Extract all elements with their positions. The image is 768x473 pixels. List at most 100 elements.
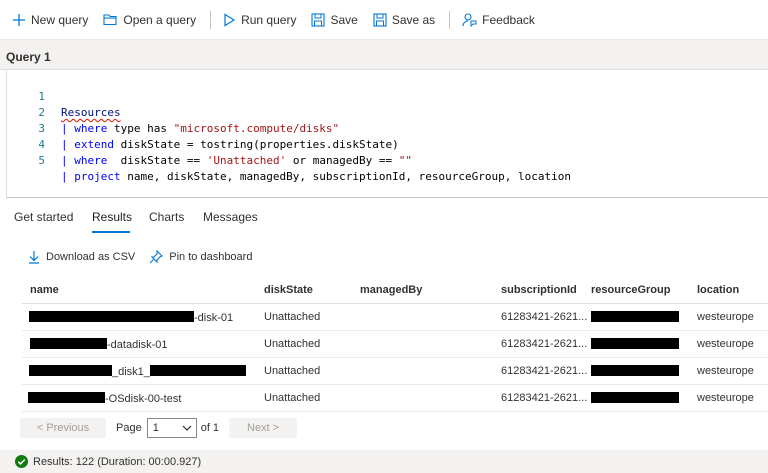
- status-bar: Results: 122 (Duration: 00:00.927): [0, 450, 768, 473]
- pin-to-dashboard-button[interactable]: Pin to dashboard: [149, 250, 252, 264]
- next-page-button[interactable]: Next >: [229, 418, 298, 438]
- code-keyword: where: [74, 122, 108, 135]
- new-query-label: New query: [31, 12, 89, 27]
- pin-label: Pin to dashboard: [169, 251, 253, 263]
- code-text: | project name, diskState, managedBy, su…: [61, 169, 571, 185]
- cell-subscriptionid: 61283421-2621...: [501, 365, 588, 377]
- play-icon: [224, 12, 236, 27]
- table-row[interactable]: _disk1_ Unattached 61283421-2621... west…: [22, 358, 768, 385]
- cell-location: westeurope: [697, 311, 754, 323]
- cell-name: -datadisk-01: [30, 338, 168, 351]
- column-header-managedby[interactable]: managedBy: [360, 284, 422, 296]
- cell-subscriptionid: 61283421-2621...: [501, 311, 588, 323]
- results-table: name diskState managedBy subscriptionId …: [22, 278, 768, 412]
- cell-resourcegroup: [591, 311, 679, 324]
- code-rest: diskState = tostring(properties.diskStat…: [114, 138, 399, 151]
- code-text: | extend diskState = tostring(properties…: [61, 137, 399, 153]
- tab-results[interactable]: Results: [92, 210, 132, 224]
- code-keyword: project: [74, 170, 121, 183]
- name-suffix: -disk-01: [194, 312, 234, 324]
- redacted-block: [591, 338, 679, 349]
- column-header-name[interactable]: name: [30, 284, 59, 296]
- tab-charts[interactable]: Charts: [149, 210, 184, 224]
- table-row[interactable]: -disk-01 Unattached 61283421-2621... wes…: [22, 304, 768, 331]
- code-rest: name, diskState, managedBy, subscription…: [120, 170, 571, 183]
- name-mid: _disk1_: [112, 366, 150, 378]
- toolbar-separator: [210, 10, 212, 29]
- open-query-button[interactable]: Open a query: [99, 5, 200, 35]
- code-text: | where diskState == 'Unattached' or man…: [61, 153, 412, 169]
- code-line-1: 1 Resources: [7, 73, 120, 119]
- page-of-label: of 1: [200, 422, 220, 434]
- tab-get-started[interactable]: Get started: [14, 210, 73, 224]
- feedback-label: Feedback: [482, 12, 535, 27]
- open-query-label: Open a query: [123, 12, 197, 27]
- code-line-3: 3 | extend diskState = tostring(properti…: [7, 105, 398, 151]
- plus-icon: [13, 13, 25, 26]
- results-actions: Download as CSV Pin to dashboard: [28, 248, 266, 266]
- cell-resourcegroup: [591, 392, 679, 405]
- code-line-2: 2 | where type has "microsoft.compute/di…: [7, 89, 339, 135]
- column-header-subscriptionid[interactable]: subscriptionId: [501, 284, 577, 296]
- query-tab-strip: Query 1: [0, 40, 768, 70]
- column-header-location[interactable]: location: [697, 284, 739, 296]
- cell-diskstate: Unattached: [264, 392, 321, 404]
- page-label: Page: [116, 422, 142, 434]
- cell-diskstate: Unattached: [264, 365, 321, 377]
- cell-diskstate: Unattached: [264, 311, 321, 323]
- redacted-block: [29, 365, 112, 376]
- save-button[interactable]: Save: [307, 5, 361, 35]
- cell-location: westeurope: [697, 338, 754, 350]
- cell-location: westeurope: [697, 365, 754, 377]
- code-string: "microsoft.compute/disks": [173, 122, 340, 135]
- code-rest: diskState ==: [107, 154, 207, 167]
- save-as-icon: [373, 12, 387, 27]
- redacted-block: [591, 365, 679, 376]
- chevron-down-icon: [182, 425, 192, 431]
- column-header-diskstate[interactable]: diskState: [264, 284, 313, 296]
- cell-name: _disk1_: [29, 365, 246, 378]
- page-select[interactable]: 1: [146, 418, 197, 438]
- run-query-button[interactable]: Run query: [219, 5, 300, 35]
- name-suffix: -OSdisk-00-test: [105, 393, 182, 405]
- save-label: Save: [330, 12, 358, 27]
- table-header-row: name diskState managedBy subscriptionId …: [22, 278, 768, 304]
- redacted-block: [591, 392, 679, 403]
- new-query-button[interactable]: New query: [8, 5, 92, 35]
- cell-resourcegroup: [591, 338, 679, 351]
- table-row[interactable]: -OSdisk-00-test Unattached 61283421-2621…: [22, 385, 768, 412]
- cell-name: -disk-01: [29, 311, 233, 324]
- download-csv-label: Download as CSV: [46, 251, 136, 263]
- name-suffix: -datadisk-01: [107, 339, 168, 351]
- code-string: "": [398, 154, 413, 167]
- feedback-button[interactable]: Feedback: [458, 5, 539, 35]
- column-header-resourcegroup[interactable]: resourceGroup: [591, 284, 670, 296]
- download-csv-button[interactable]: Download as CSV: [28, 250, 135, 264]
- query-editor[interactable]: 1 Resources 2 | where type has "microsof…: [6, 70, 768, 198]
- line-number: 5: [38, 154, 45, 167]
- pagination: < Previous Page 1 of 1 Next >: [20, 417, 298, 439]
- cell-subscriptionid: 61283421-2621...: [501, 392, 588, 404]
- toolbar-separator: [449, 10, 451, 29]
- result-tabs: Get started Results Charts Messages: [0, 200, 768, 236]
- code-text: Resources: [61, 105, 121, 121]
- active-tab-indicator: [92, 231, 130, 233]
- redacted-block: [149, 365, 246, 376]
- code-table-name: Resources: [61, 106, 121, 119]
- tab-query-1[interactable]: Query 1: [6, 50, 51, 64]
- cell-subscriptionid: 61283421-2621...: [501, 338, 588, 350]
- code-pipe: |: [61, 154, 75, 167]
- tab-messages[interactable]: Messages: [203, 210, 258, 224]
- code-string: 'Unattached': [206, 154, 287, 167]
- redacted-block: [30, 338, 107, 349]
- code-keyword: extend: [74, 138, 114, 151]
- code-pipe: |: [61, 138, 75, 151]
- status-text: Results: 122 (Duration: 00:00.927): [33, 455, 202, 468]
- code-pipe: |: [61, 170, 75, 183]
- folder-open-icon: [103, 14, 117, 26]
- save-as-button[interactable]: Save as: [369, 5, 439, 35]
- table-row[interactable]: -datadisk-01 Unattached 61283421-2621...…: [22, 331, 768, 358]
- cell-resourcegroup: [591, 365, 679, 378]
- run-query-label: Run query: [241, 12, 297, 27]
- previous-page-button[interactable]: < Previous: [20, 418, 106, 438]
